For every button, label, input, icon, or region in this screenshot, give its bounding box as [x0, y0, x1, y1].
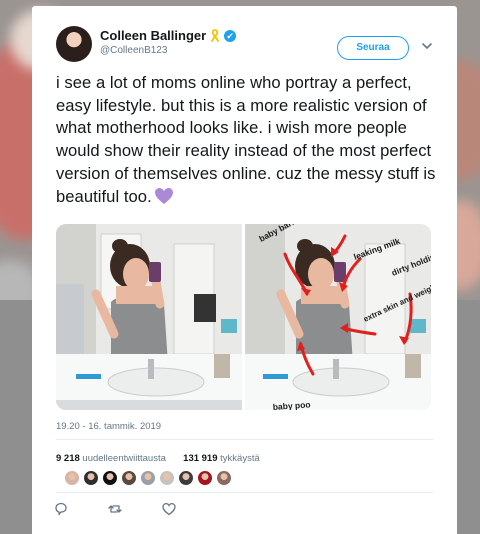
photo-right-annotated: baby barf leaking milk dirty holding dis…	[245, 224, 431, 410]
follow-button[interactable]: Seuraa	[337, 36, 409, 60]
like-count[interactable]: 131 919	[183, 453, 217, 464]
like-label[interactable]: tykkäystä	[220, 453, 260, 464]
liker-avatar[interactable]	[102, 470, 118, 486]
photo-left	[56, 224, 242, 410]
retweet-count[interactable]: 9 218	[56, 453, 80, 464]
yellow-ribbon-icon	[211, 29, 220, 42]
tweet-actions	[54, 502, 216, 516]
author-handle[interactable]: @ColleenB123	[100, 45, 167, 56]
author-name[interactable]: Colleen Ballinger	[100, 28, 206, 43]
liker-avatar[interactable]	[83, 470, 99, 486]
liker-avatar[interactable]	[216, 470, 232, 486]
retweet-label[interactable]: uudelleentwiittausta	[82, 453, 165, 464]
liker-avatar[interactable]	[140, 470, 156, 486]
liker-avatar[interactable]	[121, 470, 137, 486]
author-avatar[interactable]	[56, 26, 92, 62]
liker-avatar[interactable]	[178, 470, 194, 486]
engagement-stats: 9 218 uudelleentwiittausta 131 919 tykkä…	[56, 453, 260, 464]
like-icon[interactable]	[162, 502, 176, 516]
liker-avatar[interactable]	[64, 470, 80, 486]
verified-badge-icon: ✔	[224, 29, 237, 42]
reply-icon[interactable]	[54, 502, 68, 516]
retweet-icon[interactable]	[108, 502, 122, 516]
chevron-down-icon[interactable]	[420, 39, 434, 53]
purple-heart-icon	[154, 187, 173, 204]
tweet-timestamp[interactable]: 19.20 - 16. tammik. 2019	[56, 421, 161, 432]
author-name-row: Colleen Ballinger ✔	[100, 28, 237, 43]
liker-avatars	[64, 470, 232, 486]
divider-bottom	[56, 492, 433, 493]
liker-avatar[interactable]	[159, 470, 175, 486]
tweet-text: i see a lot of moms online who portray a…	[56, 72, 446, 208]
tweet-card: Colleen Ballinger ✔ @ColleenB123 Seuraa …	[32, 6, 457, 534]
divider-top	[56, 439, 433, 440]
liker-avatar[interactable]	[197, 470, 213, 486]
tweet-photo[interactable]: baby barf leaking milk dirty holding dis…	[56, 224, 431, 410]
annotation-baby-poo: baby poo	[272, 399, 310, 410]
tweet-body: i see a lot of moms online who portray a…	[56, 73, 436, 206]
